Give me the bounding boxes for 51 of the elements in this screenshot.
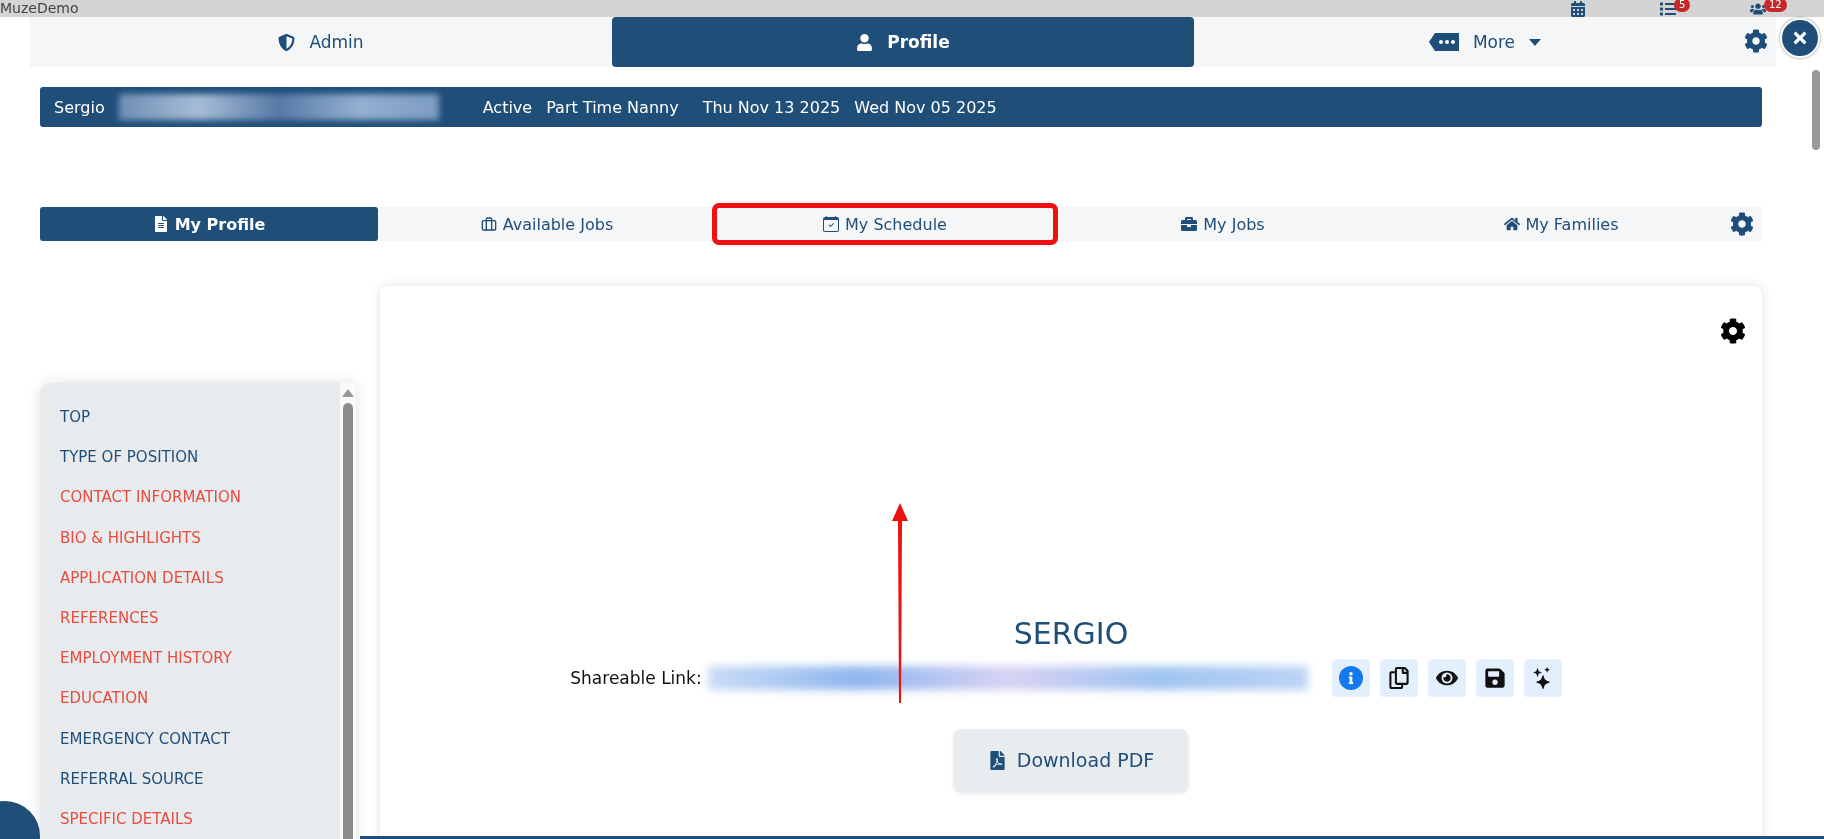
sidebar-link[interactable]: TYPE OF POSITION [60, 437, 340, 478]
settings-icon[interactable] [1730, 212, 1754, 236]
action-button[interactable] [1523, 659, 1562, 697]
document-icon [152, 216, 169, 232]
close-icon [1791, 29, 1809, 47]
info-icon [1338, 666, 1363, 690]
sidebar-link[interactable]: EMERGENCY CONTACT [60, 718, 340, 759]
copy-icon [1387, 667, 1410, 689]
pdf-icon [987, 750, 1007, 770]
section-tab[interactable]: My Jobs [1054, 207, 1392, 241]
nav-tab[interactable]: More [1194, 17, 1776, 67]
nav-tab[interactable]: Profile [612, 17, 1194, 67]
sidebar-link[interactable]: REFERRAL SOURCE [60, 758, 340, 799]
briefcase-icon [480, 216, 497, 232]
first-name: Sergio [54, 97, 105, 117]
home-icon [1503, 216, 1520, 232]
date-text: Thu Nov 13 2025 [702, 97, 841, 117]
calendar-icon[interactable] [1570, 1, 1586, 17]
person-icon [856, 33, 874, 51]
dots-tag-icon [1428, 33, 1459, 51]
close-button[interactable] [1780, 18, 1820, 58]
link-label: Shareable Link: [570, 668, 702, 688]
count-badge: 5 [1674, 0, 1691, 12]
section-tab[interactable]: My Families [1392, 207, 1730, 241]
page-scrollbar[interactable] [1812, 70, 1820, 150]
calendar-check-icon [823, 216, 840, 232]
broken-image-text: MuzeDemo [0, 0, 79, 17]
section-tab[interactable]: Available Jobs [378, 207, 716, 241]
save-icon [1483, 667, 1506, 689]
count-badge: 12 [1764, 0, 1787, 12]
date-text: Wed Nov 05 2025 [854, 97, 997, 117]
settings-icon[interactable] [1744, 29, 1768, 53]
scrollbar-thumb[interactable] [343, 403, 353, 839]
download-button[interactable]: Download PDF [954, 729, 1188, 791]
position-text: Part Time Nanny [546, 97, 679, 117]
nav-tab[interactable]: Admin [30, 17, 612, 67]
settings-icon[interactable] [1720, 318, 1746, 344]
profile-name: SERGIO [1013, 616, 1129, 651]
caret-icon [1529, 38, 1542, 46]
sidebar-link[interactable]: TOP [60, 397, 340, 438]
action-button[interactable] [1379, 659, 1418, 697]
status-text: Active [482, 97, 533, 117]
scroll-up-icon[interactable] [342, 389, 354, 397]
shield-user-icon [278, 33, 296, 51]
action-button[interactable] [1475, 659, 1514, 697]
list-icon[interactable] [1660, 1, 1676, 17]
people-icon[interactable] [1750, 1, 1766, 17]
briefcase-icon [1181, 216, 1198, 232]
highlighted-tab[interactable]: My Schedule [716, 207, 1054, 241]
action-button[interactable] [1427, 659, 1466, 697]
section-tab[interactable]: My Profile [40, 207, 378, 241]
